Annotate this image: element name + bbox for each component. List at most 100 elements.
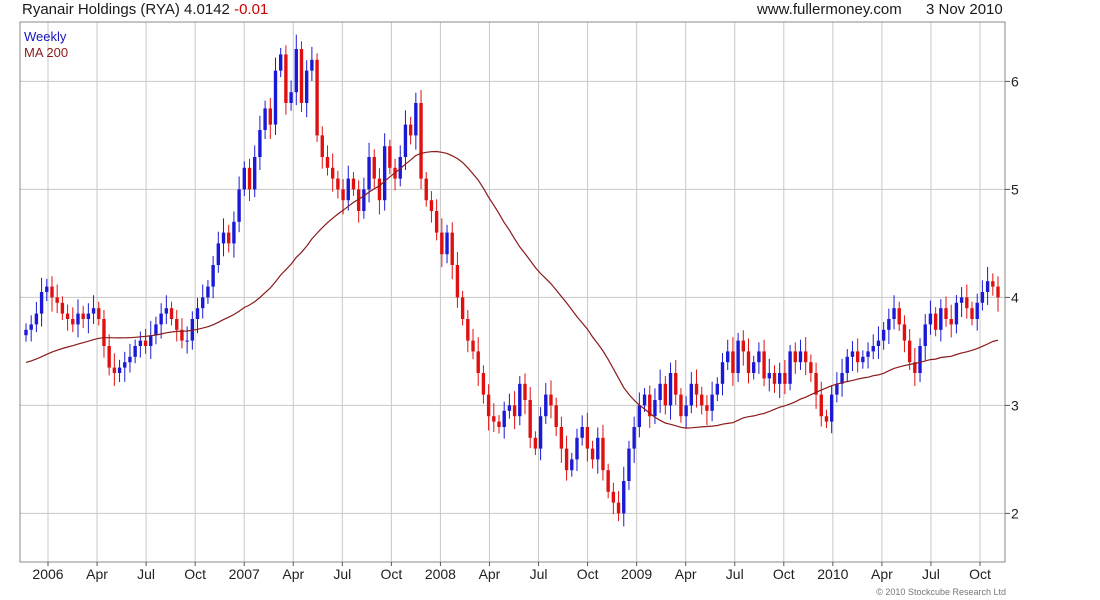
x-tick-label: Oct (380, 566, 402, 582)
candle-body (835, 383, 839, 395)
candle-body (377, 178, 382, 201)
candle-body (596, 437, 600, 460)
candle-body (149, 335, 153, 346)
candle-body (39, 292, 44, 314)
legend-weekly: Weekly (24, 29, 67, 44)
candle-body (351, 178, 356, 190)
candle-body (887, 319, 891, 330)
y-tick-label: 5 (1011, 181, 1019, 197)
candle-body (91, 308, 96, 314)
candle-body (450, 232, 454, 265)
candle-body (408, 124, 413, 136)
security-name: Ryanair Holdings (RYA) (22, 1, 180, 18)
candle-body (341, 189, 345, 201)
candle-body (575, 437, 579, 460)
candle-body (965, 297, 969, 309)
candle-body (788, 351, 792, 384)
candle-body (741, 340, 745, 352)
candle-body (284, 54, 288, 103)
candle-body (117, 367, 122, 373)
candle-body (294, 49, 298, 93)
candle-body (772, 373, 777, 384)
candle-body (123, 362, 127, 368)
candle-body (102, 319, 106, 346)
candle-body (793, 351, 797, 363)
price-chart: 2 3 4 5 6 2006 Apr Jul Oct 2007 Apr Jul Oct 2008 Apr Ju… (19, 21, 1019, 582)
candle-body (684, 405, 688, 417)
candle-body (866, 351, 870, 357)
candle-body (601, 437, 605, 471)
x-tick-label: Apr (282, 566, 304, 582)
candle-body (112, 367, 117, 373)
candle-body (279, 54, 283, 71)
candle-body (897, 308, 901, 325)
candle-body (253, 157, 257, 190)
x-tick-label: Oct (577, 566, 599, 582)
x-tick-label: Apr (871, 566, 893, 582)
x-tick-label: 2010 (817, 566, 848, 582)
candle-body (949, 319, 953, 325)
x-tick-label: Jul (922, 566, 940, 582)
candle-body (138, 340, 143, 346)
x-tick-label: 2007 (229, 566, 260, 582)
candle-body (736, 340, 740, 373)
candle-body (86, 313, 91, 319)
candle-body (861, 356, 865, 363)
website-label: www.fullermoney.com (757, 1, 902, 18)
candle-body (81, 313, 85, 319)
candle-body (939, 308, 943, 330)
candle-body (45, 286, 49, 292)
candle-body (881, 329, 886, 341)
candle-body (689, 383, 694, 406)
candle-body (850, 351, 855, 357)
candle-body (720, 362, 725, 384)
candle-body (216, 243, 221, 265)
candle-body (143, 340, 148, 346)
candle-body (336, 178, 340, 190)
candle-body (440, 232, 444, 255)
candle-body (71, 319, 75, 325)
x-tick-label: 2009 (621, 566, 652, 582)
candle-body (237, 189, 241, 222)
candle-body (975, 302, 979, 319)
candle-body (471, 340, 475, 352)
x-tick-label: Oct (773, 566, 795, 582)
candle-body (367, 157, 371, 190)
candle-body (674, 373, 678, 395)
candle-body (299, 49, 304, 103)
candle-body (497, 421, 501, 427)
candle-body (424, 178, 428, 201)
candle-body (492, 416, 496, 422)
candle-body (985, 281, 990, 292)
candle-body (819, 394, 823, 417)
candle-body (767, 373, 771, 379)
legend-ma-200: MA 200 (24, 45, 69, 60)
candle-body (382, 146, 387, 201)
axes: 2 3 4 5 6 2006 Apr Jul Oct 2007 Apr Jul Oct 2008 Apr Ju… (19, 21, 1019, 582)
candle-body (24, 329, 28, 336)
candle-body (154, 324, 158, 336)
candle-body (289, 92, 293, 103)
candle-body (60, 302, 65, 314)
candle-body (315, 59, 319, 136)
candle-body (133, 346, 137, 357)
x-tick-label: Jul (333, 566, 351, 582)
candle-body (445, 232, 449, 255)
candle-body (195, 308, 200, 319)
candle-body (486, 394, 491, 417)
candle-body (232, 221, 236, 244)
candle-body (476, 351, 480, 373)
candle-body (55, 297, 59, 303)
y-tick-label: 2 (1011, 505, 1019, 521)
candle-body (169, 308, 174, 319)
x-tick-label: Jul (137, 566, 155, 582)
candle-body (928, 313, 933, 325)
candle-body (829, 394, 834, 422)
candle-body (710, 394, 714, 411)
candle-body (611, 491, 616, 503)
candle-body (507, 405, 512, 411)
candle-body (320, 135, 324, 157)
candle-body (76, 313, 80, 325)
candle-body (242, 167, 246, 190)
chart-date: 3 Nov 2010 (926, 1, 1003, 18)
